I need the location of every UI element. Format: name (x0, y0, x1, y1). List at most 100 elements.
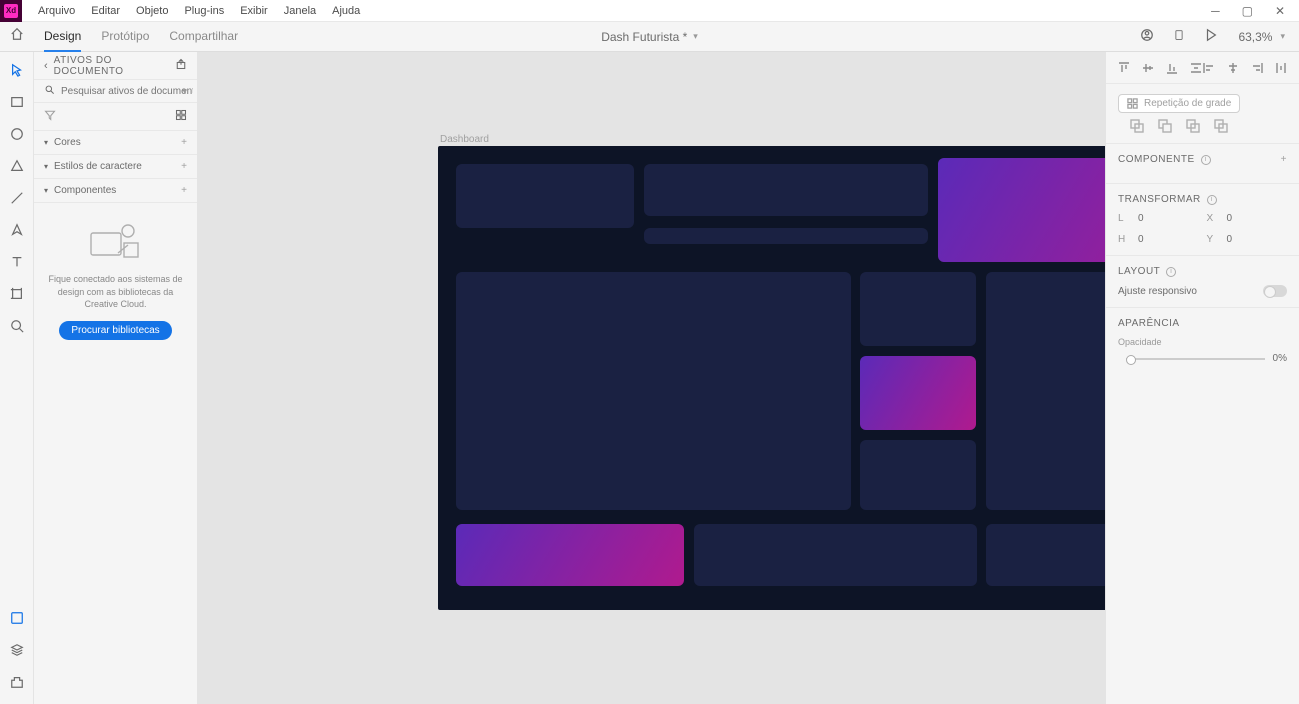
menu-arquivo[interactable]: Arquivo (38, 5, 75, 17)
plus-icon[interactable]: + (181, 185, 187, 196)
section-transformar: TRANSFORMAR i L 0 X 0 H 0 Y 0 (1106, 184, 1299, 256)
transform-l-label: L (1118, 213, 1130, 224)
canvas-card[interactable] (860, 272, 976, 346)
chevron-down-icon: ▾ (1280, 31, 1285, 42)
menu-plugins[interactable]: Plug-ins (184, 5, 224, 17)
zoom-control[interactable]: 63,3% ▾ (1238, 30, 1285, 44)
align-top-icon[interactable] (1118, 62, 1130, 74)
user-avatar-icon[interactable] (1140, 28, 1154, 45)
share-icon[interactable] (175, 58, 187, 73)
assets-search-input[interactable] (61, 86, 193, 97)
tool-libraries[interactable] (9, 610, 25, 626)
section-layout: LAYOUT i Ajuste responsivo (1106, 256, 1299, 308)
menu-objeto[interactable]: Objeto (136, 5, 168, 17)
transform-l-value[interactable]: 0 (1138, 213, 1199, 224)
canvas-card[interactable] (986, 272, 1105, 510)
canvas-card[interactable] (986, 524, 1105, 586)
tool-select[interactable] (9, 62, 25, 78)
tool-plugins[interactable] (9, 674, 25, 690)
tab-prototipo[interactable]: Protótipo (101, 22, 149, 52)
search-icon (44, 84, 55, 98)
tool-artboard[interactable] (9, 286, 25, 302)
canvas-card[interactable] (694, 524, 977, 586)
section-layout-title: LAYOUT (1118, 266, 1160, 277)
tab-compartilhar[interactable]: Compartilhar (169, 22, 238, 52)
tool-text[interactable] (9, 254, 25, 270)
properties-panel: Repetição de grade COMPONENTE i + TRANSF… (1105, 52, 1299, 704)
tool-layers[interactable] (9, 642, 25, 658)
info-icon[interactable]: i (1207, 195, 1217, 205)
menu-exibir[interactable]: Exibir (240, 5, 268, 17)
canvas-card[interactable] (644, 164, 928, 216)
tool-ellipse[interactable] (9, 126, 25, 142)
align-hcenter-icon[interactable] (1227, 62, 1239, 74)
filter-icon[interactable] (44, 109, 56, 124)
transform-x-label: X (1207, 213, 1219, 224)
section-componente: COMPONENTE i + (1106, 144, 1299, 184)
tool-zoom[interactable] (9, 318, 25, 334)
assets-panel: ‹ ATIVOS DO DOCUMENTO ▾ ▾ Cores + ▾ Esti… (34, 52, 198, 704)
align-left-icon[interactable] (1203, 62, 1215, 74)
home-button[interactable] (0, 27, 34, 46)
close-icon[interactable]: ✕ (1275, 4, 1285, 18)
responsive-toggle[interactable] (1263, 285, 1287, 297)
minimize-icon[interactable]: ─ (1211, 4, 1220, 18)
repeat-grid-button[interactable]: Repetição de grade (1118, 94, 1240, 113)
plus-icon[interactable]: + (181, 137, 187, 148)
align-vcenter-icon[interactable] (1142, 62, 1154, 74)
canvas-card[interactable] (644, 228, 928, 244)
bool-exclude-icon[interactable] (1214, 119, 1228, 133)
tool-pen[interactable] (9, 222, 25, 238)
distribute-v-icon[interactable] (1190, 62, 1202, 74)
align-bottom-icon[interactable] (1166, 62, 1178, 74)
transform-x-value[interactable]: 0 (1227, 213, 1288, 224)
info-icon[interactable]: i (1166, 267, 1176, 277)
opacity-value: 0% (1273, 353, 1287, 364)
tool-polygon[interactable] (9, 158, 25, 174)
menu-bar: Xd Arquivo Editar Objeto Plug-ins Exibir… (0, 0, 1299, 22)
plus-icon[interactable]: + (1281, 154, 1287, 165)
document-title[interactable]: Dash Futurista * ▾ (601, 30, 698, 44)
mode-bar: Design Protótipo Compartilhar Dash Futur… (0, 22, 1299, 52)
chevron-down-icon: ▾ (44, 138, 48, 147)
section-componentes[interactable]: ▾ Componentes + (34, 179, 197, 203)
browse-libraries-button[interactable]: Procurar bibliotecas (59, 321, 171, 340)
menu-janela[interactable]: Janela (284, 5, 316, 17)
bool-intersect-icon[interactable] (1186, 119, 1200, 133)
section-cores[interactable]: ▾ Cores + (34, 131, 197, 155)
bool-union-icon[interactable] (1130, 119, 1144, 133)
artboard-label[interactable]: Dashboard (440, 134, 489, 145)
transform-y-value[interactable]: 0 (1227, 234, 1288, 245)
canvas-card[interactable] (456, 164, 634, 228)
align-right-icon[interactable] (1251, 62, 1263, 74)
menu-editar[interactable]: Editar (91, 5, 120, 17)
grid-view-icon[interactable] (175, 109, 187, 124)
chevron-down-icon[interactable]: ▾ (182, 86, 187, 97)
tool-line[interactable] (9, 190, 25, 206)
artboard-dashboard[interactable] (438, 146, 1105, 610)
section-aparencia-title: APARÊNCIA (1118, 318, 1180, 329)
device-preview-icon[interactable] (1174, 28, 1184, 45)
play-icon[interactable] (1204, 28, 1218, 45)
assets-panel-title: ATIVOS DO DOCUMENTO (54, 55, 169, 77)
tab-design[interactable]: Design (44, 22, 81, 52)
section-cores-label: Cores (54, 137, 81, 148)
canvas[interactable]: Dashboard (198, 52, 1105, 704)
info-icon[interactable]: i (1201, 155, 1211, 165)
maximize-icon[interactable]: ▢ (1242, 4, 1253, 18)
transform-h-value[interactable]: 0 (1138, 234, 1199, 245)
section-estilos[interactable]: ▾ Estilos de caractere + (34, 155, 197, 179)
repeat-grid-label: Repetição de grade (1144, 98, 1231, 109)
canvas-card-gradient[interactable] (860, 356, 976, 430)
bool-subtract-icon[interactable] (1158, 119, 1172, 133)
canvas-card[interactable] (860, 440, 976, 510)
canvas-card-gradient[interactable] (456, 524, 684, 586)
plus-icon[interactable]: + (181, 161, 187, 172)
canvas-card[interactable] (456, 272, 851, 510)
tool-rectangle[interactable] (9, 94, 25, 110)
canvas-card-gradient[interactable] (938, 158, 1105, 262)
distribute-h-icon[interactable] (1275, 62, 1287, 74)
back-icon[interactable]: ‹ (44, 60, 48, 72)
menu-ajuda[interactable]: Ajuda (332, 5, 360, 17)
opacity-slider[interactable] (1126, 358, 1265, 360)
